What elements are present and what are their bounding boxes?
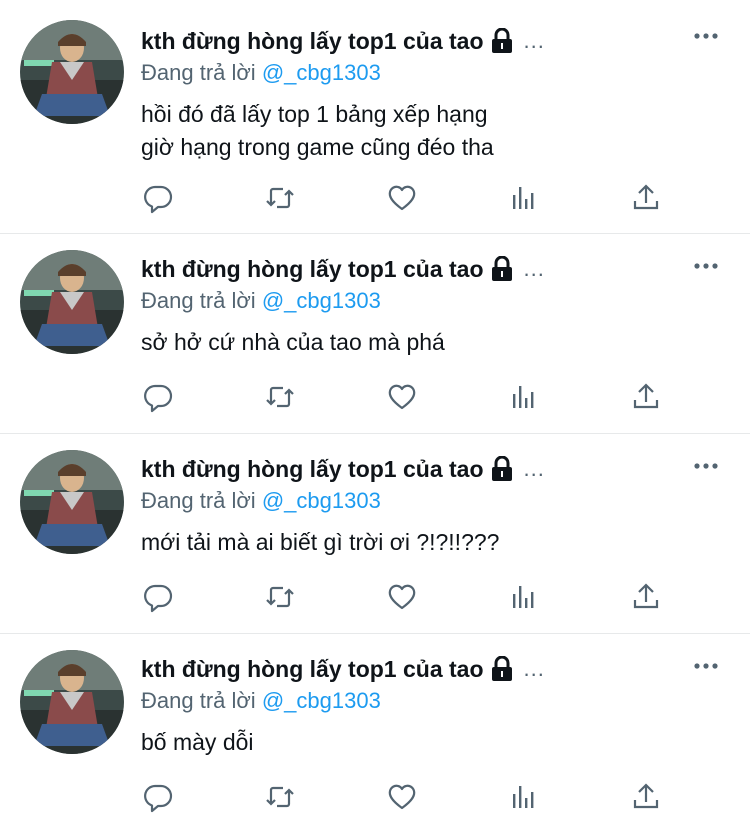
reply-handle[interactable]: @_cbg1303 — [262, 288, 381, 313]
share-icon[interactable] — [628, 779, 664, 815]
lock-icon — [490, 255, 514, 282]
reply-prefix: Đang trả lời — [141, 60, 256, 85]
reply-icon[interactable] — [140, 180, 176, 216]
tweet-text: hồi đó đã lấy top 1 bảng xếp hạng giờ hạ… — [141, 98, 720, 164]
more-options-icon[interactable] — [692, 252, 720, 280]
tweet-text-line: hồi đó đã lấy top 1 bảng xếp hạng — [141, 101, 488, 127]
tweet-text-line: bố mày dỗi — [141, 729, 254, 755]
truncation: ... — [523, 656, 545, 681]
more-options-icon[interactable] — [692, 652, 720, 680]
reply-context: Đang trả lời @_cbg1303 — [141, 60, 381, 86]
heart-icon[interactable] — [384, 180, 420, 216]
avatar[interactable] — [20, 250, 124, 354]
tweet-actions — [140, 180, 670, 220]
reply-icon[interactable] — [140, 779, 176, 815]
analytics-icon[interactable] — [506, 579, 542, 615]
share-icon[interactable] — [628, 379, 664, 415]
lock-icon — [490, 27, 514, 54]
tweet[interactable]: kth đừng hòng lấy top1 của tao ... Đang … — [0, 634, 750, 834]
reply-handle[interactable]: @_cbg1303 — [262, 60, 381, 85]
reply-handle[interactable]: @_cbg1303 — [262, 488, 381, 513]
tweet-text-line: sở hở cứ nhà của tao mà phá — [141, 329, 445, 355]
heart-icon[interactable] — [384, 379, 420, 415]
truncation: ... — [523, 28, 545, 53]
more-options-icon[interactable] — [692, 452, 720, 480]
reply-prefix: Đang trả lời — [141, 488, 256, 513]
display-name[interactable]: kth đừng hòng lấy top1 của tao — [141, 456, 484, 483]
lock-icon — [490, 455, 514, 482]
analytics-icon[interactable] — [506, 180, 542, 216]
tweet[interactable]: kth đừng hòng lấy top1 của tao ... Đang … — [0, 234, 750, 434]
avatar[interactable] — [20, 450, 124, 554]
tweet-text: mới tải mà ai biết gì trời ơi ?!?!!??? — [141, 526, 720, 559]
tweet[interactable]: kth đừng hòng lấy top1 của tao ... Đang … — [0, 434, 750, 634]
retweet-icon[interactable] — [262, 379, 298, 415]
tweet-header: kth đừng hòng lấy top1 của tao ... — [141, 652, 730, 686]
share-icon[interactable] — [628, 579, 664, 615]
lock-icon — [490, 655, 514, 682]
analytics-icon[interactable] — [506, 379, 542, 415]
tweet-actions — [140, 579, 670, 619]
tweet-text-line: mới tải mà ai biết gì trời ơi ?!?!!??? — [141, 529, 500, 555]
tweet-actions — [140, 779, 670, 819]
display-name[interactable]: kth đừng hòng lấy top1 của tao — [141, 256, 484, 283]
analytics-icon[interactable] — [506, 779, 542, 815]
retweet-icon[interactable] — [262, 779, 298, 815]
tweet-actions — [140, 379, 670, 419]
tweet-header: kth đừng hòng lấy top1 của tao ... — [141, 252, 730, 286]
truncation: ... — [523, 256, 545, 281]
truncation: ... — [523, 456, 545, 481]
reply-prefix: Đang trả lời — [141, 688, 256, 713]
share-icon[interactable] — [628, 180, 664, 216]
reply-context: Đang trả lời @_cbg1303 — [141, 288, 381, 314]
heart-icon[interactable] — [384, 779, 420, 815]
reply-handle[interactable]: @_cbg1303 — [262, 688, 381, 713]
tweet-text: bố mày dỗi — [141, 726, 720, 759]
tweet-header: kth đừng hòng lấy top1 của tao ... — [141, 24, 730, 58]
avatar[interactable] — [20, 650, 124, 754]
reply-context: Đang trả lời @_cbg1303 — [141, 488, 381, 514]
avatar[interactable] — [20, 20, 124, 124]
display-name[interactable]: kth đừng hòng lấy top1 của tao — [141, 28, 484, 55]
tweet-text: sở hở cứ nhà của tao mà phá — [141, 326, 720, 359]
retweet-icon[interactable] — [262, 180, 298, 216]
tweet[interactable]: kth đừng hòng lấy top1 của tao ... Đang … — [0, 0, 750, 234]
more-options-icon[interactable] — [692, 22, 720, 50]
reply-icon[interactable] — [140, 379, 176, 415]
display-name[interactable]: kth đừng hòng lấy top1 của tao — [141, 656, 484, 683]
retweet-icon[interactable] — [262, 579, 298, 615]
tweet-header: kth đừng hòng lấy top1 của tao ... — [141, 452, 730, 486]
heart-icon[interactable] — [384, 579, 420, 615]
reply-prefix: Đang trả lời — [141, 288, 256, 313]
tweet-feed: kth đừng hòng lấy top1 của tao ... Đang … — [0, 0, 750, 834]
reply-context: Đang trả lời @_cbg1303 — [141, 688, 381, 714]
tweet-text-line: giờ hạng trong game cũng đéo tha — [141, 134, 494, 160]
reply-icon[interactable] — [140, 579, 176, 615]
